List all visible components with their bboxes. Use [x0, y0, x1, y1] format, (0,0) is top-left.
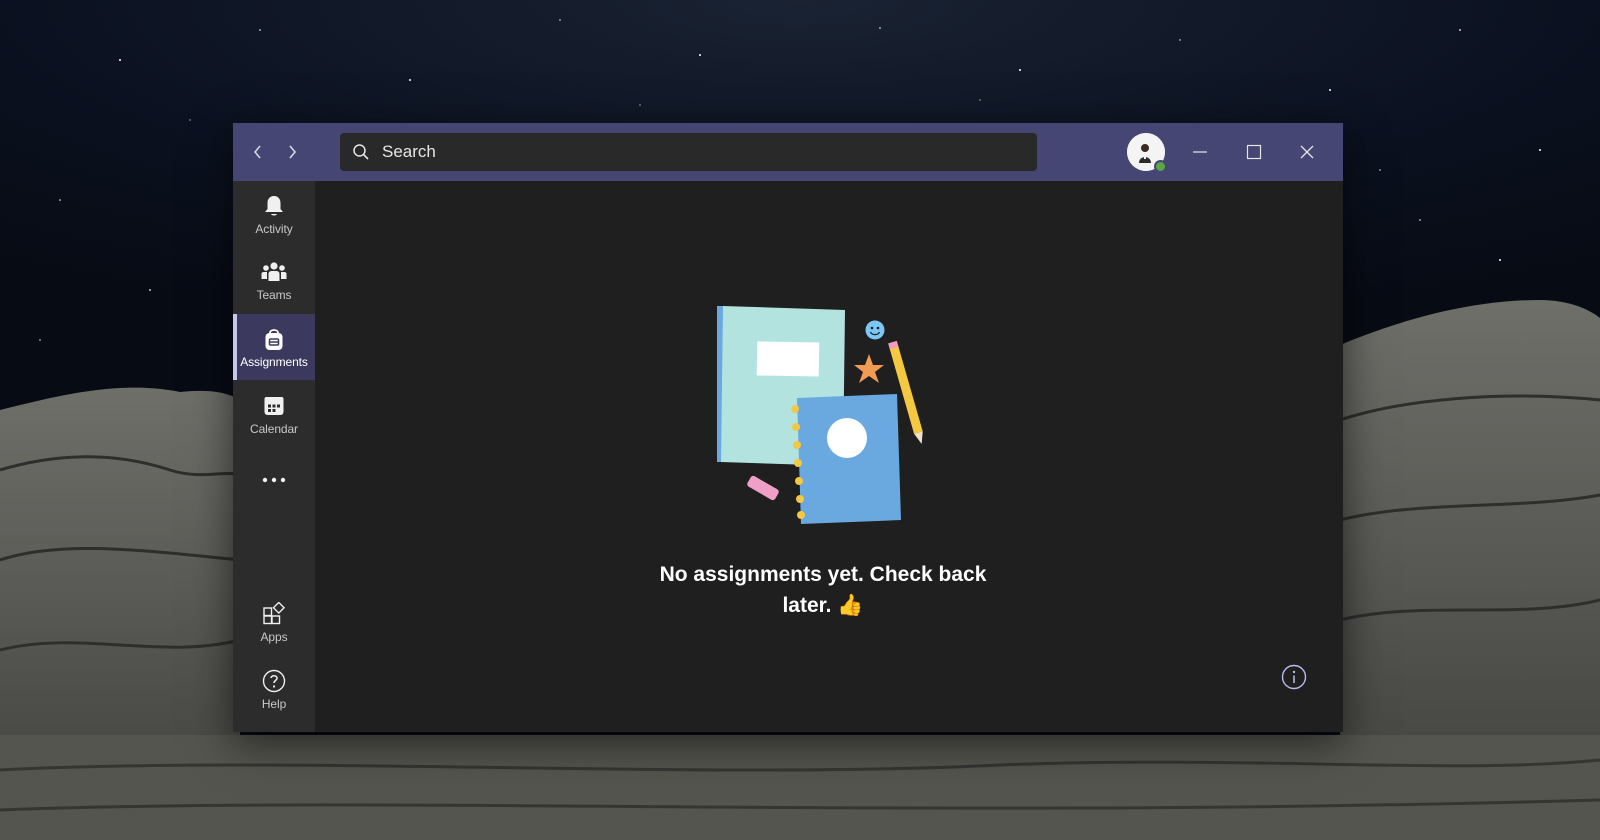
info-icon: [1281, 664, 1307, 690]
maximize-icon: [1246, 144, 1262, 160]
search-input[interactable]: [380, 141, 1024, 163]
info-button[interactable]: [1281, 664, 1307, 690]
notebooks-illustration: [717, 306, 923, 524]
apps-icon: [261, 601, 287, 627]
search-icon: [352, 142, 372, 162]
calendar-icon: [261, 393, 287, 419]
search-box[interactable]: [340, 133, 1037, 171]
teams-icon: [261, 259, 287, 285]
chevron-left-icon: [253, 145, 261, 159]
help-icon: [261, 668, 287, 694]
presence-available-badge: [1154, 160, 1167, 173]
rail-label: Help: [261, 696, 287, 711]
close-button[interactable]: [1292, 137, 1322, 167]
rail-item-teams[interactable]: Teams: [233, 247, 315, 313]
rail-item-assignments[interactable]: Assignments: [233, 314, 315, 380]
backpack-icon: [261, 326, 287, 352]
rail-item-apps[interactable]: Apps: [233, 589, 315, 655]
profile-avatar[interactable]: [1127, 133, 1167, 173]
close-icon: [1300, 145, 1314, 159]
app-bar: Activity Teams Assignments Calendar Apps…: [233, 181, 315, 732]
minimize-icon: [1193, 151, 1207, 153]
empty-state-line2: later.: [782, 594, 832, 617]
empty-state-line1: No assignments yet. Check back: [659, 563, 987, 586]
rail-label: Apps: [260, 629, 288, 644]
back-button[interactable]: [243, 137, 273, 167]
minimize-button[interactable]: [1185, 137, 1215, 167]
rail-label: Teams: [256, 287, 292, 302]
rail-item-help[interactable]: Help: [233, 656, 315, 722]
forward-button[interactable]: [277, 137, 307, 167]
more-icon: [261, 467, 287, 493]
assignments-content: No assignments yet. Check back later. 👍: [315, 181, 1343, 732]
title-bar: [233, 123, 1343, 181]
rail-label: Assignments: [240, 354, 308, 369]
rail-label: Calendar: [250, 421, 298, 436]
rail-label: Activity: [255, 221, 293, 236]
chevron-right-icon: [289, 145, 297, 159]
empty-state-message: No assignments yet. Check back later. 👍: [633, 559, 1013, 621]
rail-item-calendar[interactable]: Calendar: [233, 381, 315, 447]
rail-item-activity[interactable]: Activity: [233, 181, 315, 247]
bell-icon: [261, 193, 287, 219]
more-apps-button[interactable]: [233, 447, 315, 513]
maximize-button[interactable]: [1239, 137, 1269, 167]
thumbs-up-emoji: 👍: [837, 594, 864, 617]
teams-window: Activity Teams: [233, 123, 1343, 732]
